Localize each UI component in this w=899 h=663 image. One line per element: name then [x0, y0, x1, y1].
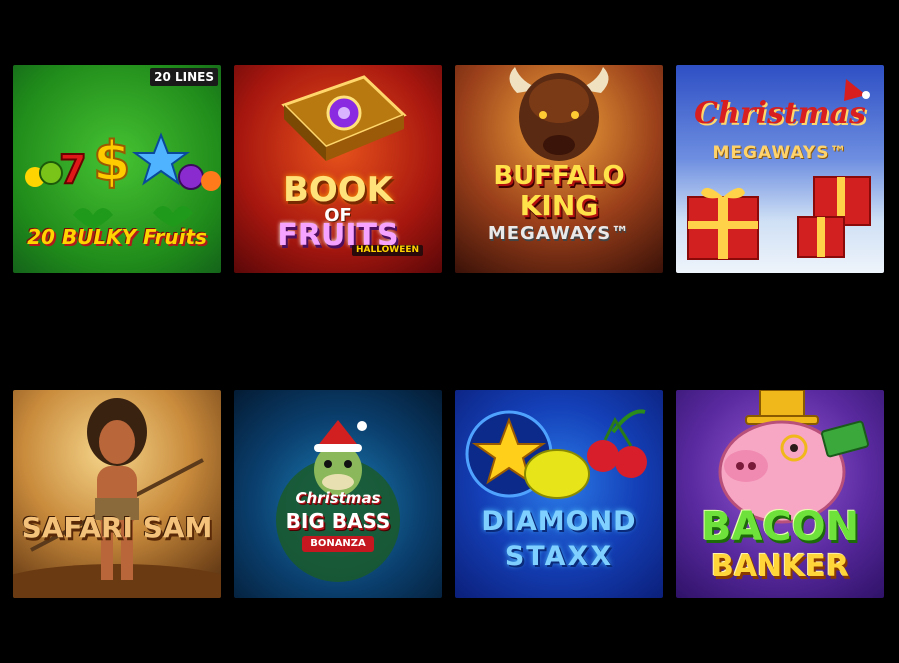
game-tile-buffalo-king-megaways[interactable]: BUFFALO KING MEGAWAYS™ [455, 65, 663, 273]
game-tile-christmas-megaways[interactable]: Christmas MEGAWAYS™ [676, 65, 884, 273]
game-title-line1: BOOK [282, 170, 394, 210]
game-title: SAFARI SAM [21, 511, 213, 544]
game-title-line2: MEGAWAYS™ [712, 143, 848, 163]
game-tile-christmas-big-bass-bonanza[interactable]: Christmas BIG BASS BONANZA [234, 390, 442, 598]
game-title-line2: STAXX [504, 541, 614, 572]
game-title-line1: Christmas [295, 489, 381, 507]
game-title-line2: BANKER [710, 549, 850, 584]
game-tile-diamond-staxx[interactable]: DIAMOND STAXX [455, 390, 663, 598]
safari-artwork [13, 398, 221, 598]
game-title-line3: MEGAWAYS™ [487, 223, 631, 244]
game-title-line1: Christmas [694, 96, 866, 131]
game-tile-safari-sam[interactable]: SAFARI SAM [13, 390, 221, 598]
game-title: 20 BULKY Fruits [27, 225, 207, 249]
game-tile-book-of-fruits[interactable]: BOOK OF FRUITS HALLOWEEN [234, 65, 442, 273]
svg-text:$: $ [93, 130, 131, 193]
game-tile-bacon-banker[interactable]: BACON BANKER [676, 390, 884, 598]
game-title-line3: BONANZA [302, 536, 374, 552]
game-grid: 7 $ 20 LINES 20 BULKY Fruits BOOK OF FRU… [13, 65, 884, 598]
game-title-line1: DIAMOND [481, 506, 637, 537]
game-subtitle: HALLOWEEN [352, 245, 424, 256]
game-title-line1: BUFFALO [493, 161, 625, 191]
game-title-line2: BIG BASS [285, 509, 391, 533]
game-title-line2: KING [519, 189, 599, 222]
game-title-line1: BACON [700, 504, 860, 550]
game-tile-20-bulky-fruits[interactable]: 7 $ 20 LINES 20 BULKY Fruits [13, 65, 221, 273]
svg-text:7: 7 [59, 147, 87, 193]
lines-badge: 20 LINES [150, 68, 218, 86]
